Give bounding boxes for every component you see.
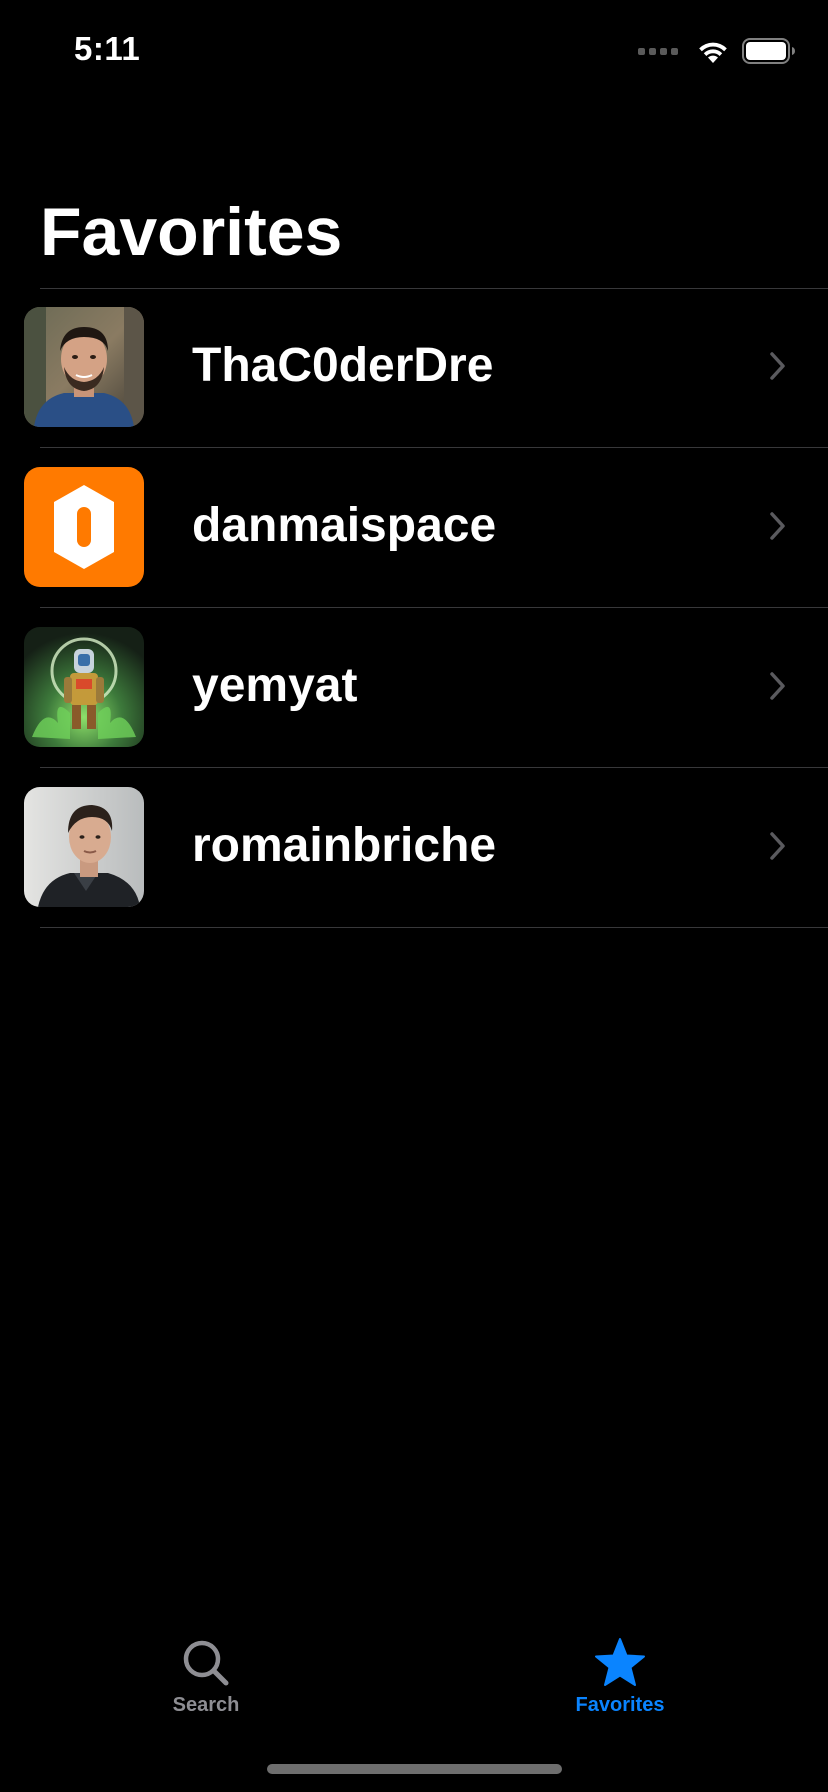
status-bar: 5:11: [0, 0, 828, 100]
person-photo-icon: [24, 787, 144, 907]
chevron-right-icon: [770, 512, 785, 540]
tab-search-label: Search: [172, 1694, 240, 1716]
avatar: [24, 467, 144, 587]
username-label: ThaC0derDre: [192, 339, 494, 392]
list-item-thac0derdre[interactable]: ThaC0derDre: [0, 288, 828, 448]
avatar: [24, 787, 144, 907]
cellular-signal-icon: [638, 47, 678, 55]
page-title: Favorites: [40, 194, 343, 270]
chevron-right-icon: [770, 352, 785, 380]
home-indicator: [267, 1764, 562, 1774]
wifi-icon: [699, 42, 727, 63]
tab-search[interactable]: Search: [106, 1636, 306, 1736]
chevron-right-icon: [770, 832, 785, 860]
username-label: danmaispace: [192, 499, 497, 552]
chevron-right-icon: [770, 672, 785, 700]
username-label: yemyat: [192, 659, 358, 712]
username-label: romainbriche: [192, 819, 497, 872]
magnifying-glass-icon: [183, 1640, 229, 1686]
avatar: [24, 627, 144, 747]
person-photo-icon: [24, 307, 144, 427]
robot-artwork-icon: [24, 627, 144, 747]
battery-icon: [742, 38, 795, 64]
avatar: [24, 307, 144, 427]
star-icon: [595, 1638, 645, 1686]
list-item-yemyat[interactable]: yemyat: [0, 608, 828, 768]
tab-favorites-label: Favorites: [575, 1694, 665, 1716]
orange-hexagon-logo-icon: [24, 467, 144, 587]
favorites-list: ThaC0derDre danmaispace yemyat romainbri…: [0, 288, 828, 928]
status-time: 5:11: [74, 30, 141, 67]
status-indicators: [638, 34, 796, 68]
list-item-danmaispace[interactable]: danmaispace: [0, 448, 828, 608]
list-item-romainbriche[interactable]: romainbriche: [0, 768, 828, 928]
tab-favorites[interactable]: Favorites: [520, 1636, 720, 1736]
